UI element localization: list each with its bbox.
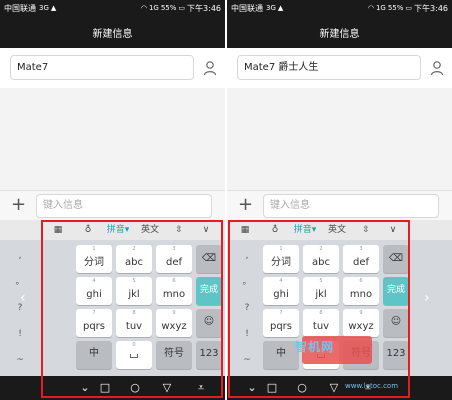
status-bar: 中国联通 3G ▲ ◠ 1G 55% ▭ 下午3:46 xyxy=(0,0,225,16)
attach-plus-icon[interactable]: + xyxy=(238,195,253,215)
highlight-frame xyxy=(41,220,223,398)
watermark-url: www.lotoc.com xyxy=(345,382,399,390)
carrier-name: 中国联通 xyxy=(4,3,36,13)
recipient-input[interactable]: Mate7 xyxy=(10,55,194,80)
clock: 下午3:46 xyxy=(414,3,448,13)
punct-comma-key[interactable]: , xyxy=(2,244,38,268)
arrow-right-icon: › xyxy=(424,290,430,306)
signal-icon: ▲ xyxy=(50,4,57,12)
recipient-area: Mate7 爵士人生 xyxy=(227,48,452,88)
message-input[interactable]: 键入信息 xyxy=(36,194,212,218)
compose-bar: + 键入信息 xyxy=(227,190,452,220)
wifi-icon: ◠ xyxy=(367,4,374,12)
message-input[interactable]: 键入信息 xyxy=(263,194,439,218)
phone-screen-left: 中国联通 3G ▲ ◠ 1G 55% ▭ 下午3:46 新建信息 Mate7 +… xyxy=(0,0,225,400)
battery-icon: ▭ xyxy=(178,4,186,12)
battery-percent: 55% xyxy=(160,4,177,12)
page-title: 新建信息 xyxy=(227,16,452,48)
battery-icon: ▭ xyxy=(405,4,413,12)
compose-bar: + 键入信息 xyxy=(0,190,225,220)
punct-exclaim-key[interactable]: ! xyxy=(2,322,38,346)
page-title: 新建信息 xyxy=(0,16,225,48)
punct-tilde-key[interactable]: ~ xyxy=(2,348,38,372)
sim-icon: 1G xyxy=(148,4,159,12)
clock: 下午3:46 xyxy=(187,3,221,13)
attach-plus-icon[interactable]: + xyxy=(11,195,26,215)
conversation-area xyxy=(227,88,452,190)
arrow-left-icon: ‹ xyxy=(20,290,26,306)
watermark-logo: 智机网 xyxy=(295,340,335,354)
carrier-name: 中国联通 xyxy=(231,3,263,13)
conversation-area xyxy=(0,88,225,190)
recipient-input[interactable]: Mate7 爵士人生 xyxy=(237,55,421,80)
sim-icon: 1G xyxy=(375,4,386,12)
contact-icon[interactable] xyxy=(203,60,217,76)
network-type: 3G xyxy=(39,4,49,12)
contact-icon[interactable] xyxy=(430,60,444,76)
highlight-frame xyxy=(228,220,410,398)
battery-percent: 55% xyxy=(387,4,404,12)
recipient-area: Mate7 xyxy=(0,48,225,88)
signal-icon: ▲ xyxy=(277,4,284,12)
status-bar: 中国联通 3G ▲ ◠ 1G 55% ▭ 下午3:46 xyxy=(227,0,452,16)
wifi-icon: ◠ xyxy=(140,4,147,12)
network-type: 3G xyxy=(266,4,276,12)
